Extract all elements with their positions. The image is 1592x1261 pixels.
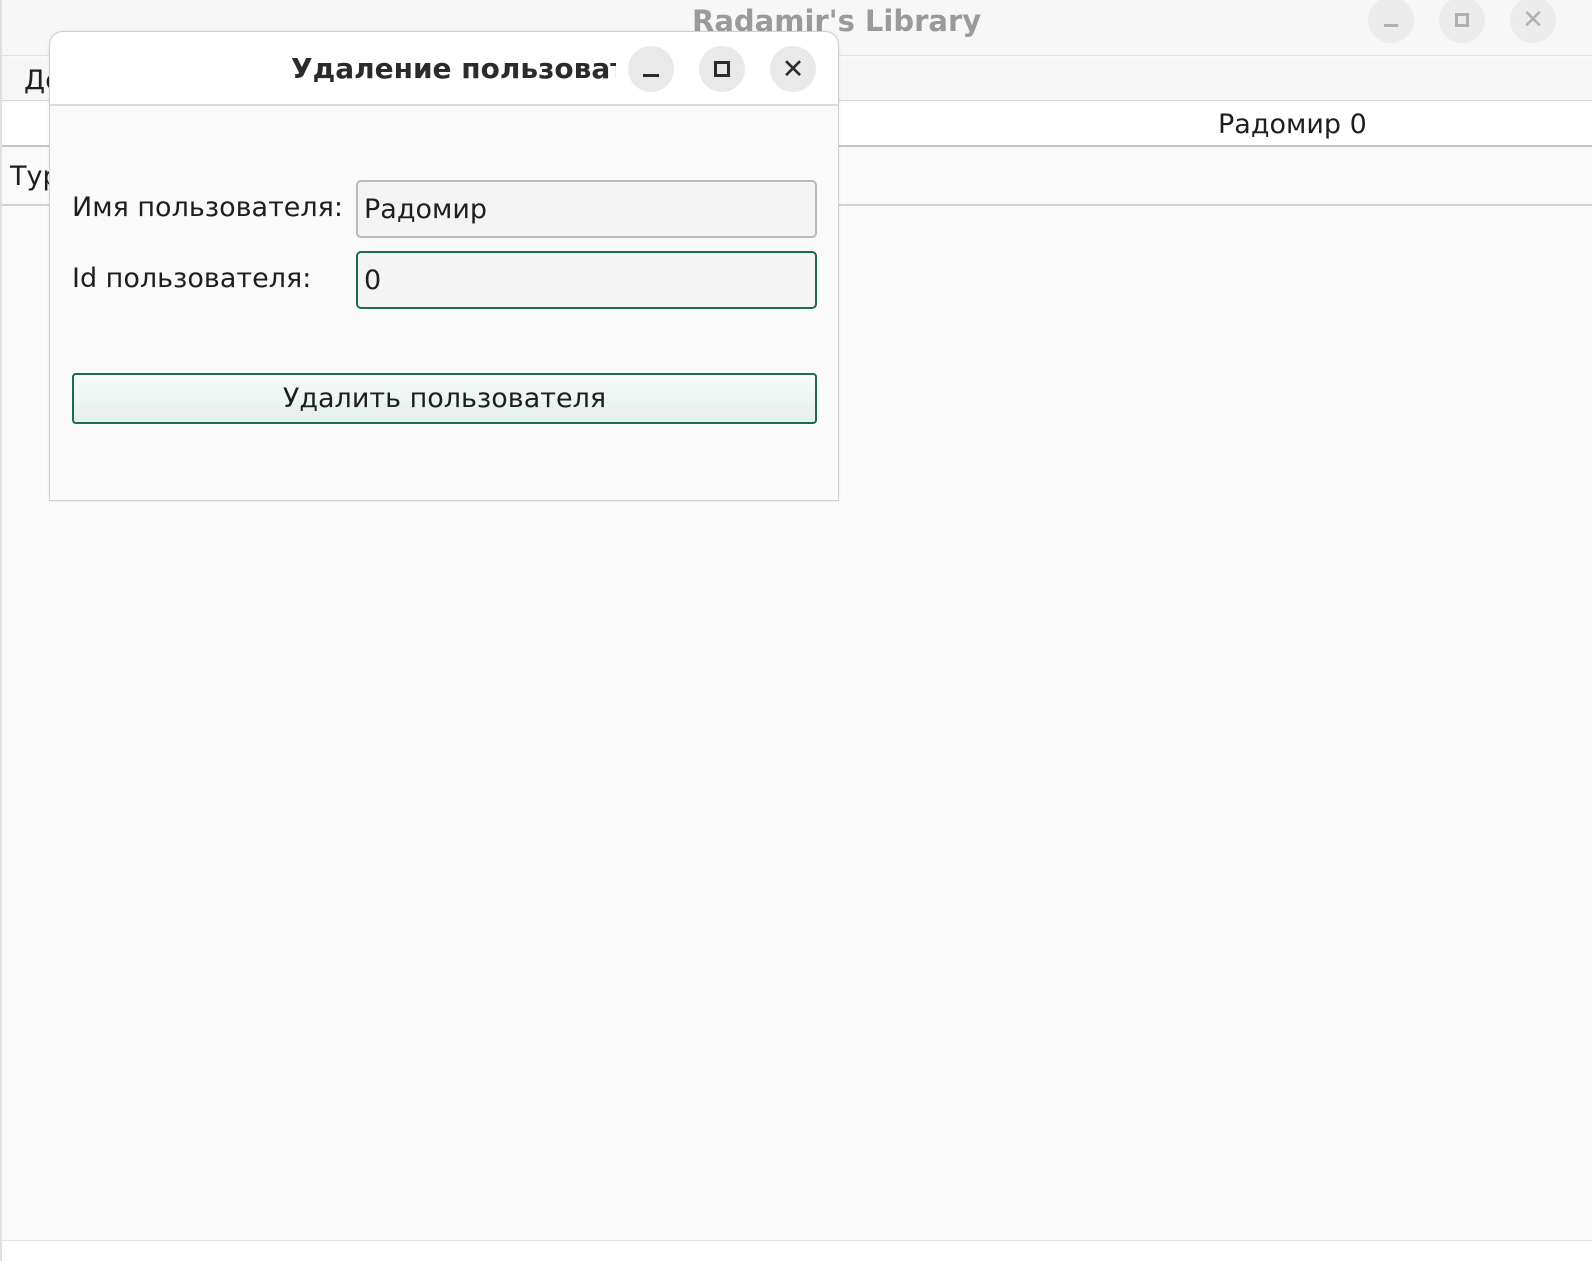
- username-label: Имя пользователя:: [72, 192, 344, 223]
- main-maximize-button[interactable]: [1439, 0, 1485, 43]
- user-header-label: Радомир 0: [1218, 109, 1367, 140]
- userid-label: Id пользователя:: [72, 263, 312, 294]
- minimize-icon: [643, 73, 659, 77]
- close-icon: ✕: [781, 53, 805, 85]
- bottom-strip: [2, 1240, 1592, 1261]
- maximize-icon: [714, 61, 730, 77]
- username-input[interactable]: [356, 180, 817, 238]
- dialog-title: Удаление пользовател: [291, 52, 616, 85]
- delete-user-dialog: Удаление пользовател ✕ Имя пользователя:…: [49, 31, 839, 501]
- main-close-button[interactable]: ✕: [1510, 0, 1556, 43]
- userid-input[interactable]: [356, 251, 817, 309]
- main-minimize-button[interactable]: [1368, 0, 1414, 43]
- delete-user-button[interactable]: Удалить пользователя: [72, 373, 817, 424]
- close-icon: ✕: [1522, 5, 1544, 35]
- dialog-titlebar: Удаление пользовател ✕: [50, 32, 838, 106]
- maximize-icon: [1455, 13, 1469, 27]
- dialog-maximize-button[interactable]: [699, 46, 745, 92]
- dialog-close-button[interactable]: ✕: [770, 46, 816, 92]
- dialog-minimize-button[interactable]: [628, 46, 674, 92]
- minimize-icon: [1384, 23, 1398, 27]
